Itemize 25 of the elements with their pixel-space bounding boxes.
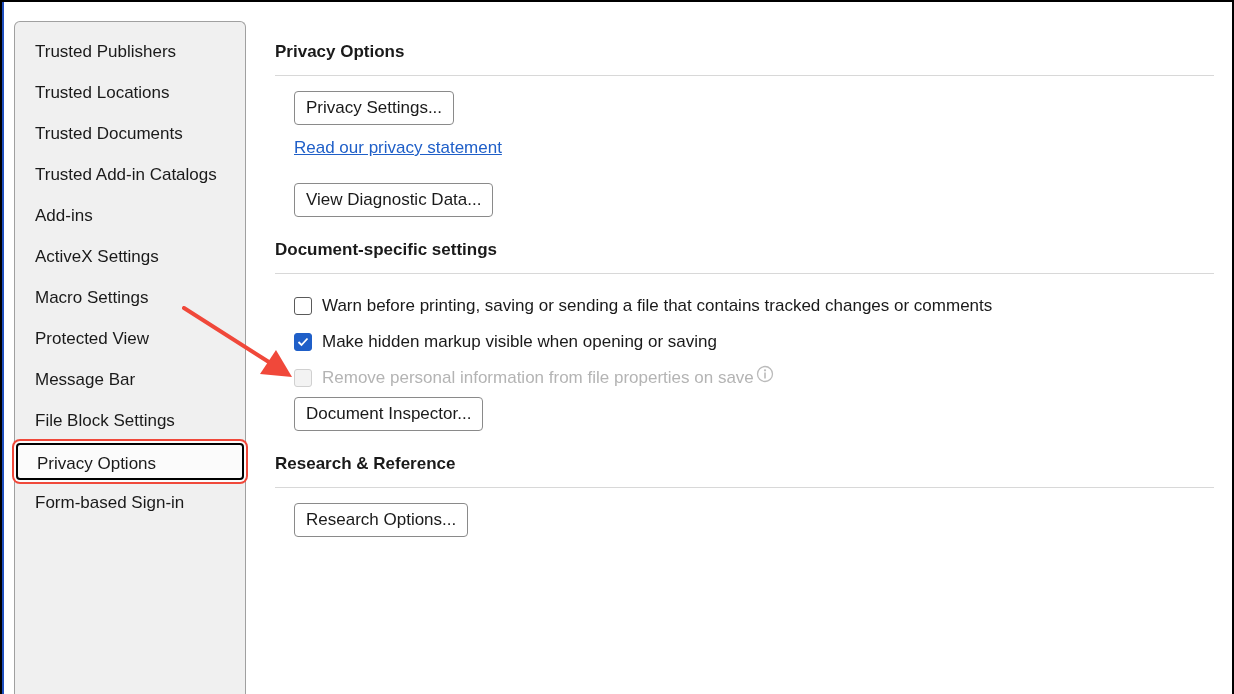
checkbox[interactable] bbox=[294, 297, 312, 315]
sidebar-item[interactable]: Add-ins bbox=[16, 195, 244, 236]
sidebar-item[interactable]: Trusted Locations bbox=[16, 72, 244, 113]
sidebar-item[interactable]: Macro Settings bbox=[16, 277, 244, 318]
sidebar-item[interactable]: File Block Settings bbox=[16, 400, 244, 441]
sidebar-item[interactable]: Message Bar bbox=[16, 359, 244, 400]
checkbox[interactable] bbox=[294, 333, 312, 351]
checkbox-label: Remove personal information from file properties on save bbox=[322, 368, 754, 388]
sidebar-item[interactable]: Protected View bbox=[16, 318, 244, 359]
dialog-button[interactable]: Research Options... bbox=[294, 503, 469, 537]
section-heading: Document-specific settings bbox=[275, 239, 498, 261]
sidebar-item[interactable]: ActiveX Settings bbox=[16, 236, 244, 277]
checkbox-label: Make hidden markup visible when opening or saving bbox=[322, 332, 717, 352]
sidebar-item[interactable]: Trusted Add-in Catalogs bbox=[16, 154, 244, 195]
dialog-button[interactable]: View Diagnostic Data... bbox=[294, 183, 494, 217]
sidebar-item[interactable]: Trusted Publishers bbox=[16, 31, 244, 72]
section-heading: Privacy Options bbox=[275, 41, 406, 63]
checkmark-icon bbox=[297, 337, 309, 347]
sidebar-item[interactable]: Form-based Sign-in bbox=[16, 482, 244, 523]
sidebar-item[interactable]: Trusted Documents bbox=[16, 113, 244, 154]
checkbox-label: Warn before printing, saving or sending a file that contains tracked changes or comments bbox=[322, 296, 993, 316]
dialog-button[interactable]: Privacy Settings... bbox=[294, 91, 455, 125]
privacy-link[interactable]: Read our privacy statement bbox=[294, 137, 502, 159]
section-heading: Research & Reference bbox=[275, 453, 457, 475]
dialog-button[interactable]: Document Inspector... bbox=[294, 397, 484, 431]
